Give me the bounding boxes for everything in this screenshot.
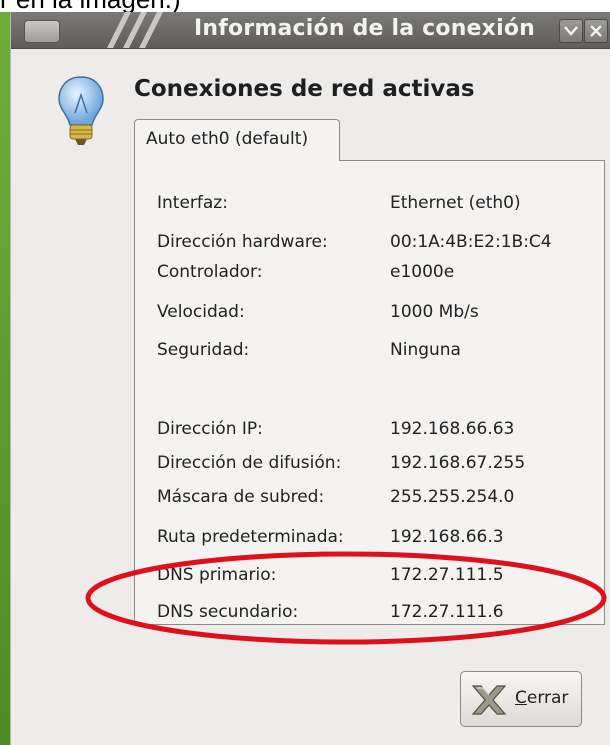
chevron-down-icon: [564, 26, 578, 36]
info-label: Seguridad:: [157, 340, 250, 360]
info-label: Velocidad:: [157, 302, 245, 322]
info-label: Ruta predeterminada:: [157, 527, 344, 547]
info-value: 00:1A:4B:E2:1B:C4: [390, 232, 552, 252]
close-button[interactable]: Cerrar: [460, 671, 582, 727]
info-label: Máscara de subred:: [157, 487, 325, 507]
window-menu-icon[interactable]: [24, 20, 60, 43]
info-value: 192.168.67.255: [390, 453, 526, 473]
info-value: 192.168.66.3: [390, 527, 504, 547]
info-row-security: Seguridad: Ninguna: [157, 340, 597, 364]
close-icon: [590, 25, 602, 37]
info-value: 255.255.254.0: [390, 487, 515, 507]
close-button-label-rest: errar: [526, 688, 569, 708]
title-bar[interactable]: Información de la conexión: [11, 12, 610, 49]
info-row-ip-address: Dirección IP: 192.168.66.63: [157, 419, 597, 443]
info-row-secondary-dns: DNS secundario: 172.27.111.6: [157, 602, 597, 626]
info-value: 192.168.66.63: [390, 419, 515, 439]
tab-auto-eth0[interactable]: Auto eth0 (default): [134, 119, 340, 161]
info-label: Dirección IP:: [157, 419, 263, 439]
tab-label: Auto eth0 (default): [146, 129, 309, 149]
minimize-button[interactable]: [559, 19, 583, 43]
section-heading: Conexiones de red activas: [134, 76, 475, 102]
info-value: e1000e: [390, 262, 455, 282]
info-label: Dirección de difusión:: [157, 453, 342, 473]
info-label: Controlador:: [157, 262, 263, 282]
close-button-mnemonic: C: [515, 688, 527, 708]
info-label: DNS secundario:: [157, 602, 299, 622]
info-row-hardware-address: Dirección hardware: 00:1A:4B:E2:1B:C4: [157, 232, 597, 256]
info-label: DNS primario:: [157, 565, 277, 585]
info-row-driver: Controlador: e1000e: [157, 262, 597, 286]
info-value: Ninguna: [390, 340, 461, 360]
connection-details-panel: [134, 160, 605, 625]
info-label: Dirección hardware:: [157, 232, 328, 252]
close-window-button[interactable]: [584, 19, 608, 43]
window-title: Información de la conexión: [194, 16, 535, 41]
info-row-primary-dns: DNS primario: 172.27.111.5: [157, 565, 597, 589]
info-label: Interfaz:: [157, 193, 228, 213]
close-x-icon: [471, 685, 507, 715]
info-value: 172.27.111.6: [390, 602, 504, 622]
info-row-speed: Velocidad: 1000 Mb/s: [157, 302, 597, 326]
info-value: 172.27.111.5: [390, 565, 504, 585]
info-row-broadcast-address: Dirección de difusión: 192.168.67.255: [157, 453, 597, 477]
info-row-default-route: Ruta predeterminada: 192.168.66.3: [157, 527, 597, 551]
desktop-edge: [0, 12, 10, 745]
lightbulb-icon: [58, 76, 104, 145]
close-button-label: Cerrar: [515, 688, 568, 708]
info-row-interfaz: Interfaz: Ethernet (eth0): [157, 193, 597, 217]
info-row-subnet-mask: Máscara de subred: 255.255.254.0: [157, 487, 597, 511]
titlebar-stripes-icon: [107, 12, 163, 48]
info-value: 1000 Mb/s: [390, 302, 479, 322]
info-value: Ethernet (eth0): [390, 193, 521, 213]
